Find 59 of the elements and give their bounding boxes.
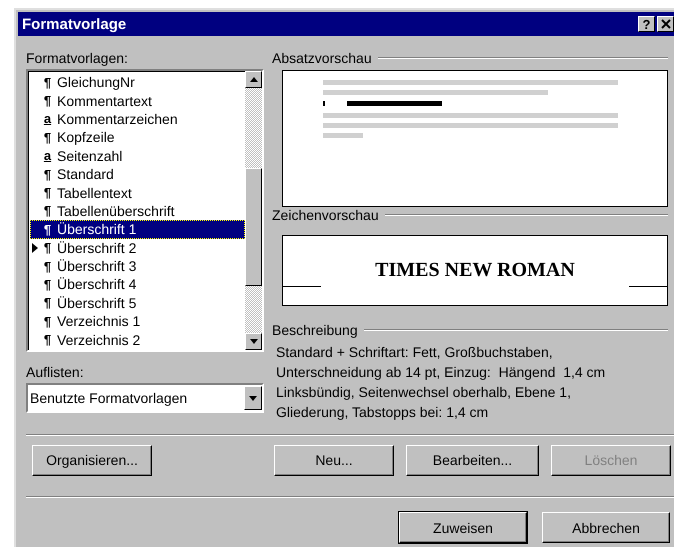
style-type-icon: ¶ [42,130,53,145]
style-type-icon: ¶ [42,166,53,182]
style-item[interactable]: ¶ GleichungNr [30,73,245,92]
dialog-button[interactable]: Neu... [274,444,394,476]
style-type-icon: ¶ [42,185,53,200]
description-text: Unterschneidung ab 14 pt, Einzug: Hängend 1,4 cm [276,363,606,382]
list-dropdown[interactable]: Benutzte Formatvorlagen [26,383,264,413]
font-sample: TIMES NEW ROMAN [375,259,575,282]
dialog-button[interactable]: Organisieren... [32,444,152,476]
style-item[interactable]: ¶ Verzeichnis 2 [30,330,245,349]
style-item[interactable]: ¶ Überschrift 3 [30,256,245,276]
style-type-icon: ¶ [42,276,53,292]
style-type-icon: ¶ [42,74,53,90]
dropdown-button[interactable] [244,386,262,410]
style-type-icon: ¶ [42,222,53,237]
up-arrow-icon [250,77,258,82]
description-text: Gliederung, Tabstopps bei: 1,4 cm [276,403,490,422]
dialog-button[interactable]: Bearbeiten... [406,444,539,476]
style-item[interactable]: ¶ Überschrift 2 [30,238,245,257]
style-type-icon: a [42,111,53,126]
down-arrow-icon [250,339,258,344]
style-item[interactable]: ¶ Kommentartext [30,91,245,110]
style-item[interactable]: ¶ Tabellentext [30,183,245,202]
style-type-icon: ¶ [42,295,53,310]
close-icon [660,19,670,29]
style-type-icon: ¶ [42,240,53,256]
scroll-up-button[interactable] [245,71,262,88]
down-arrow-icon [249,396,257,400]
list-label: Auflisten: [26,364,85,380]
styles-list[interactable] [26,69,264,352]
style-item[interactable]: ¶ Tabellenüberschrift [30,202,245,220]
close-button[interactable] [657,16,674,32]
style-item[interactable]: ¶ Überschrift 5 [30,294,245,312]
style-type-icon: ¶ [42,314,53,329]
style-type-icon: ¶ [42,258,53,274]
dialog-button[interactable]: Zuweisen [399,512,527,543]
style-item[interactable]: a Seitenzahl [30,146,245,165]
description-text: Linksbündig, Seitenwechsel oberhalb, Ebene 1, [276,383,572,402]
style-item[interactable]: ¶ Standard [30,164,245,184]
dialog-button[interactable]: Abbrechen [542,512,670,543]
scroll-down-button[interactable] [245,333,262,350]
styles-label: Formatvorlagen: [26,50,129,66]
scrollbar[interactable] [245,71,262,350]
style-type-icon: ¶ [42,203,53,218]
style-type-icon: a [42,148,53,164]
description-label: Beschreibung [272,322,358,338]
style-item[interactable]: ¶ Kopfzeile [30,128,245,147]
style-item[interactable]: ¶ Überschrift 1 [30,220,245,239]
window-title: Formatvorlage [22,16,126,32]
paragraph-preview-label: Absatzvorschau [272,50,372,66]
character-preview-label: Zeichenvorschau [272,207,379,223]
help-button[interactable]: ? [638,16,655,32]
style-type-icon: ¶ [42,332,53,348]
style-item[interactable]: a Kommentarzeichen [30,110,245,128]
style-item[interactable]: ¶ Überschrift 4 [30,275,245,294]
description-text: Standard + Schriftart: Fett, Großbuchstaben, [276,343,554,362]
style-type-icon: ¶ [42,93,53,108]
scroll-thumb[interactable] [245,168,262,286]
style-item[interactable]: ¶ Verzeichnis 1 [30,312,245,330]
